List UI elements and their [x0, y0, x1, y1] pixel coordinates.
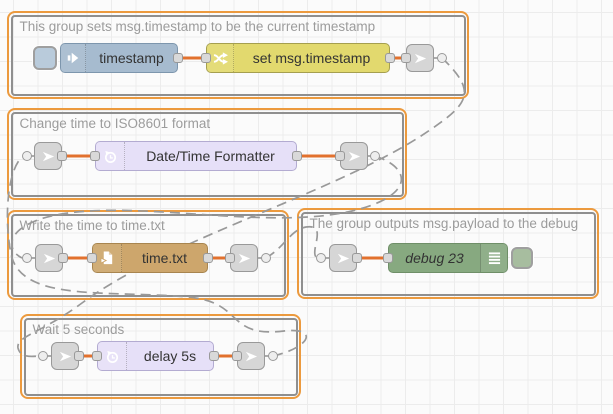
link-arrow-icon [244, 349, 259, 364]
port-out-change[interactable] [385, 53, 395, 63]
node-file-time-txt[interactable]: time.txt [92, 243, 208, 273]
port-in-change[interactable] [201, 53, 211, 63]
port-in-file[interactable] [87, 253, 97, 263]
clock-icon [96, 142, 125, 170]
link-port-in-g5[interactable] [38, 351, 48, 361]
link-port-out-g2[interactable] [370, 151, 380, 161]
link-port-out-g3[interactable] [261, 253, 271, 263]
link-port-out-g5[interactable] [268, 351, 278, 361]
shuffle-icon [207, 44, 234, 72]
link-arrow-icon [58, 349, 73, 364]
node-label: delay 5s [127, 342, 213, 370]
port-out-linkin[interactable] [74, 351, 84, 361]
port-out-linkin[interactable] [58, 253, 68, 263]
clock-icon [98, 342, 127, 370]
port-in-linkout[interactable] [225, 253, 235, 263]
node-label: time.txt [122, 244, 207, 272]
link-arrow-icon [413, 51, 428, 66]
flow-canvas[interactable]: This group sets msg.timestamp to be the … [0, 0, 613, 414]
link-port-in-g4[interactable] [316, 253, 326, 263]
node-date-time-formatter[interactable]: Date/Time Formatter [95, 141, 297, 171]
link-port-in-g3[interactable] [22, 253, 32, 263]
port-in-linkout[interactable] [401, 53, 411, 63]
node-delay-5s[interactable]: delay 5s [97, 341, 214, 371]
node-label: Date/Time Formatter [125, 142, 296, 170]
link-arrow-icon [237, 251, 252, 266]
port-in-debug[interactable] [383, 253, 393, 263]
port-out-file[interactable] [203, 253, 213, 263]
port-in-linkout[interactable] [335, 151, 345, 161]
port-out-formatter[interactable] [292, 151, 302, 161]
port-out-delay[interactable] [209, 351, 219, 361]
node-debug-23[interactable]: debug 23 [388, 243, 508, 273]
link-port-out-g1[interactable] [437, 53, 447, 63]
debug-toggle-button[interactable] [511, 247, 533, 269]
link-arrow-icon [41, 149, 56, 164]
port-in-formatter[interactable] [90, 151, 100, 161]
inject-arrow-icon [61, 44, 86, 72]
debug-lines-icon [480, 244, 507, 272]
inject-trigger-button[interactable] [33, 46, 57, 70]
link-arrow-icon [336, 251, 351, 266]
port-in-delay[interactable] [92, 351, 102, 361]
node-label: set msg.timestamp [234, 44, 389, 72]
node-inject-timestamp[interactable]: timestamp [60, 43, 178, 73]
node-label: debug 23 [389, 244, 480, 272]
link-port-in-g2[interactable] [22, 151, 32, 161]
port-out-linkin[interactable] [57, 151, 67, 161]
node-label: timestamp [86, 44, 177, 72]
port-in-linkout[interactable] [232, 351, 242, 361]
file-arrow-icon [93, 244, 122, 272]
link-arrow-icon [347, 149, 362, 164]
port-out-inject[interactable] [173, 53, 183, 63]
node-set-msg-timestamp[interactable]: set msg.timestamp [206, 43, 390, 73]
port-out-linkin[interactable] [352, 253, 362, 263]
link-arrow-icon [42, 251, 57, 266]
node-layer: timestamp set msg.timestamp [0, 0, 613, 414]
